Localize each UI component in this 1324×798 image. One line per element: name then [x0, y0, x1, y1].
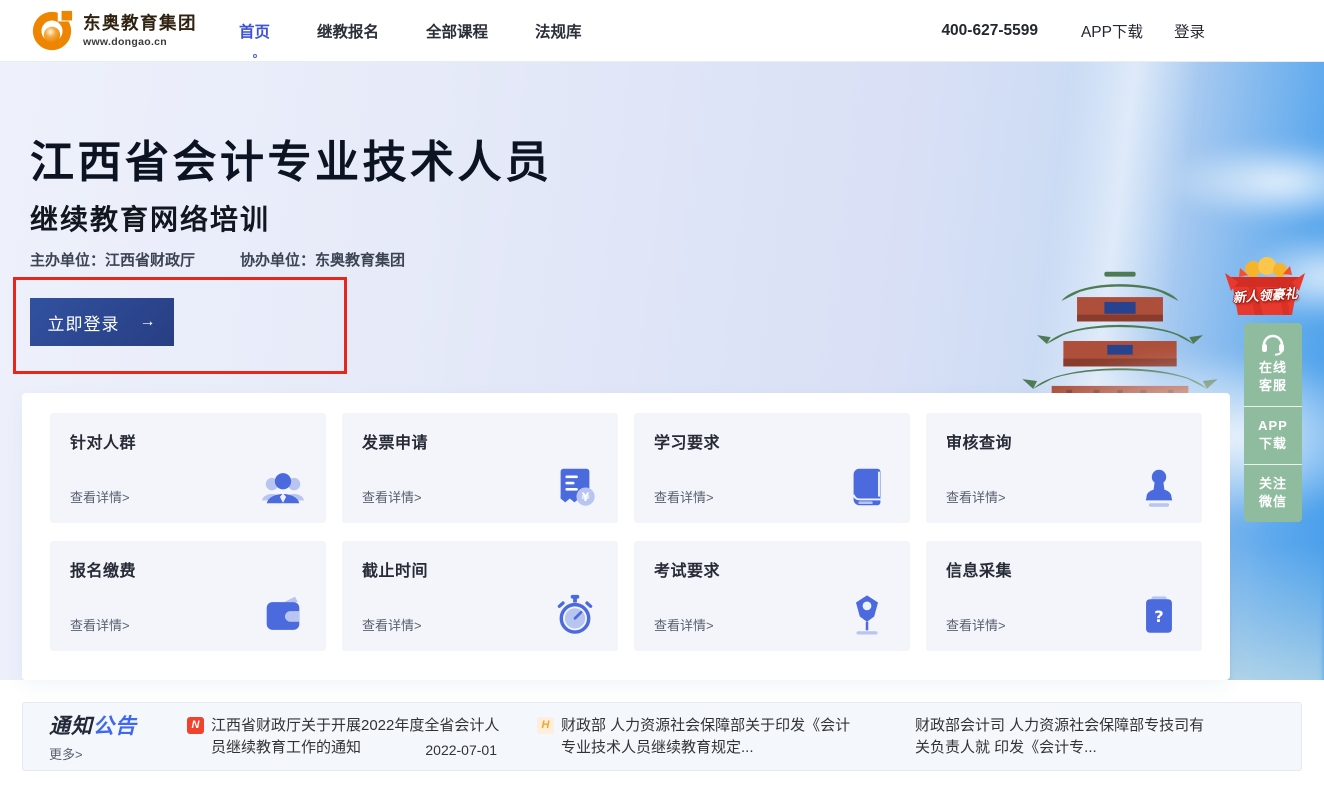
pin-icon — [844, 592, 890, 638]
notice-bar: 通知公告 更多> N 江西省财政厅关于开展2022年度全省会计人员继续教育工作的… — [22, 702, 1302, 771]
site-logo[interactable]: 东奥教育集团 www.dongao.cn — [30, 9, 197, 53]
card-info-collection[interactable]: 信息采集 查看详情> ? — [926, 541, 1202, 651]
online-service-button[interactable]: 在线 客服 — [1244, 323, 1302, 406]
card-title: 信息采集 — [946, 557, 1182, 581]
top-navbar: 东奥教育集团 www.dongao.cn 首页 继教报名 全部课程 法规库 40… — [0, 0, 1324, 62]
notice-title: 通知公告 — [49, 710, 139, 740]
card-detail-link[interactable]: 查看详情> — [654, 615, 714, 638]
stopwatch-icon — [552, 592, 598, 638]
follow-wechat-label-line1: 关注 — [1244, 475, 1302, 493]
card-title: 发票申请 — [362, 429, 598, 453]
card-detail-link[interactable]: 查看详情> — [362, 487, 422, 510]
card-invoice-request[interactable]: 发票申请 查看详情> ¥ — [342, 413, 618, 523]
card-detail-link[interactable]: 查看详情> — [362, 615, 422, 638]
organizer-label: 主办单位：江西省财政厅 — [30, 249, 195, 270]
card-title: 考试要求 — [654, 557, 890, 581]
stamp-icon — [1136, 464, 1182, 510]
card-detail-link[interactable]: 查看详情> — [946, 615, 1006, 638]
card-review-inquiry[interactable]: 审核查询 查看详情> — [926, 413, 1202, 523]
header-right: 400-627-5599 APP下载 登录 — [941, 20, 1324, 42]
notice-header: 通知公告 更多> — [49, 710, 139, 763]
notice-title-part2: 公告 — [93, 715, 137, 738]
logo-company-name: 东奥教育集团 — [83, 13, 197, 33]
app-download-link[interactable]: APP下载 — [1081, 20, 1143, 42]
card-exam-requirements[interactable]: 考试要求 查看详情> — [634, 541, 910, 651]
notice-item[interactable]: N 江西省财政厅关于开展2022年度全省会计人员继续教育工作的通知 2022-0… — [187, 715, 513, 759]
main-nav: 首页 继教报名 全部课程 法规库 — [239, 20, 582, 42]
card-title: 报名缴费 — [70, 557, 306, 581]
card-detail-link[interactable]: 查看详情> — [70, 615, 130, 638]
shore-decoration — [1228, 542, 1324, 680]
info-cards-grid: 针对人群 查看详情> 发票申请 查看详情> — [22, 393, 1230, 671]
card-title: 截止时间 — [362, 557, 598, 581]
notice-item-text[interactable]: 财政部会计司 人力资源社会保障部专技司有关负责人就 印发《会计专... — [915, 715, 1211, 759]
badge-new-icon: N — [187, 717, 204, 734]
logo-site-url: www.dongao.cn — [83, 36, 197, 48]
card-target-audience[interactable]: 针对人群 查看详情> — [50, 413, 326, 523]
notice-item-text[interactable]: 财政部 人力资源社会保障部关于印发《会计专业技术人员继续教育规定... — [561, 715, 863, 759]
card-detail-link[interactable]: 查看详情> — [946, 487, 1006, 510]
notice-more-link[interactable]: 更多> — [49, 744, 139, 763]
notice-item[interactable]: H 财政部 人力资源社会保障部关于印发《会计专业技术人员继续教育规定... — [537, 715, 863, 759]
nav-item-regulations[interactable]: 法规库 — [535, 20, 582, 42]
wallet-icon — [260, 592, 306, 638]
hero-organizers: 主办单位：江西省财政厅 协办单位：东奥教育集团 — [30, 249, 405, 270]
people-icon — [260, 464, 306, 510]
card-detail-link[interactable]: 查看详情> — [70, 487, 130, 510]
follow-wechat-button[interactable]: 关注 微信 — [1244, 464, 1302, 522]
hero-title: 江西省会计专业技术人员 — [30, 126, 553, 190]
svg-text:?: ? — [1154, 607, 1163, 626]
notice-item[interactable]: 财政部会计司 人力资源社会保障部专技司有关负责人就 印发《会计专... — [915, 715, 1211, 759]
login-link[interactable]: 登录 — [1174, 20, 1205, 42]
app-download-label-line1: APP — [1244, 417, 1302, 435]
online-service-label-line2: 客服 — [1244, 377, 1302, 395]
notice-item-date: 2022-07-01 — [425, 742, 497, 758]
follow-wechat-label-line2: 微信 — [1244, 493, 1302, 511]
card-study-requirements[interactable]: 学习要求 查看详情> — [634, 413, 910, 523]
invoice-icon: ¥ — [552, 464, 598, 510]
app-download-label-line2: 下载 — [1244, 435, 1302, 453]
card-deadline[interactable]: 截止时间 查看详情> — [342, 541, 618, 651]
nav-item-all-courses[interactable]: 全部课程 — [426, 20, 488, 42]
floating-widgets: 新人领豪礼 在线 客服 APP 下载 关注 微信 — [1244, 256, 1302, 522]
info-cards-panel: 针对人群 查看详情> 发票申请 查看详情> — [22, 393, 1230, 680]
hero-subtitle: 继续教育网络培训 — [30, 198, 270, 238]
online-service-label-line1: 在线 — [1244, 359, 1302, 377]
notice-title-part1: 通知 — [49, 715, 93, 738]
badge-hot-icon: H — [537, 717, 554, 734]
nav-item-home[interactable]: 首页 — [239, 20, 270, 42]
app-download-side-button[interactable]: APP 下载 — [1244, 406, 1302, 464]
card-title: 针对人群 — [70, 429, 306, 453]
card-title: 学习要求 — [654, 429, 890, 453]
dongao-logo-icon — [30, 9, 74, 53]
card-title: 审核查询 — [946, 429, 1182, 453]
svg-text:¥: ¥ — [582, 490, 590, 504]
headset-icon — [1260, 333, 1286, 356]
service-side-panel: 在线 客服 APP 下载 关注 微信 — [1244, 323, 1302, 522]
active-indicator-dot — [253, 54, 257, 58]
co-organizer-label: 协办单位：东奥教育集团 — [240, 249, 405, 270]
nav-item-ce-registration[interactable]: 继教报名 — [317, 20, 379, 42]
hotline-number: 400-627-5599 — [941, 22, 1038, 40]
clipboard-question-icon: ? — [1136, 592, 1182, 638]
book-icon — [844, 464, 890, 510]
annotation-highlight-box — [13, 277, 347, 374]
new-user-gift-badge[interactable]: 新人领豪礼 — [1222, 256, 1308, 318]
card-detail-link[interactable]: 查看详情> — [654, 487, 714, 510]
card-registration-payment[interactable]: 报名缴费 查看详情> — [50, 541, 326, 651]
